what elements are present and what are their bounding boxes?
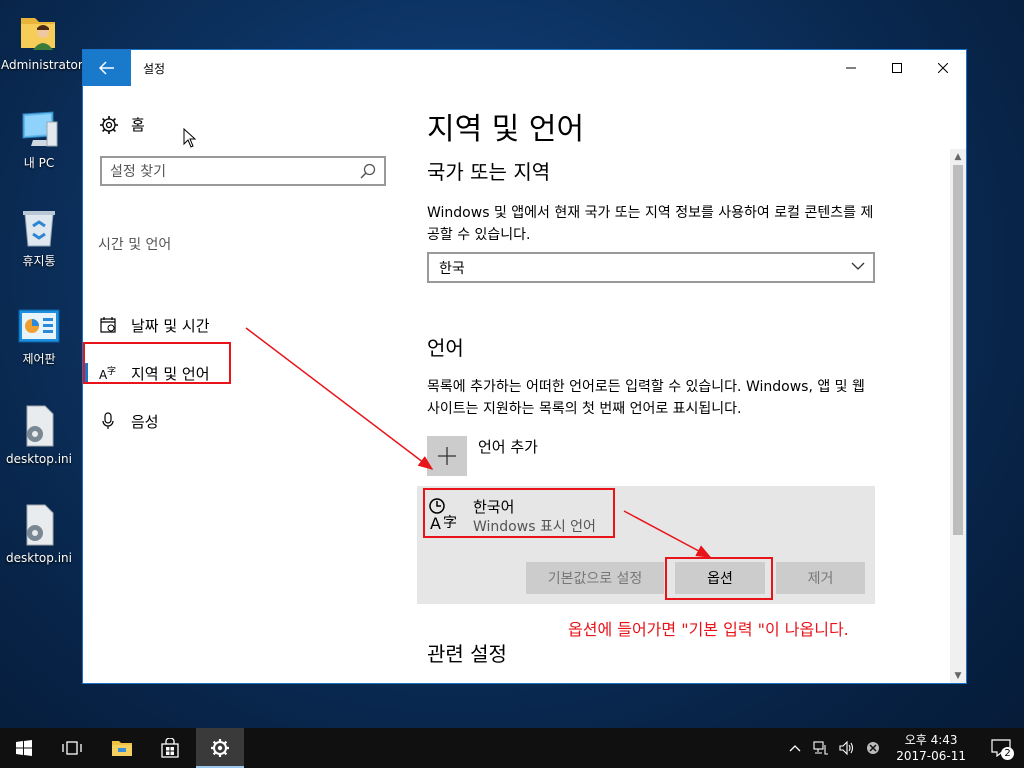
notification-badge: 2: [1001, 747, 1014, 760]
settings-file-icon: [17, 503, 61, 547]
highlight-box-options: [665, 557, 773, 600]
minimize-icon: [846, 67, 856, 69]
country-value: 한국: [439, 260, 465, 277]
input-indicator-icon[interactable]: [864, 739, 882, 757]
task-view-button[interactable]: [48, 728, 96, 768]
highlight-box-language: [423, 488, 615, 538]
maximize-button[interactable]: [874, 50, 920, 86]
highlight-box-sidebar: [83, 342, 231, 384]
vertical-scrollbar[interactable]: ▲ ▼: [950, 149, 966, 683]
desktop-icon-label: Administrator: [1, 58, 83, 72]
clock-date: 2017-06-11: [896, 749, 966, 763]
windows-logo-icon: [16, 740, 32, 756]
gear-icon: [100, 115, 118, 134]
country-heading: 국가 또는 지역: [427, 160, 551, 184]
annotation-text: 옵션에 들어가면 "기본 입력 "이 나옵니다.: [568, 620, 849, 639]
related-settings-heading: 관련 설정: [427, 642, 507, 666]
calendar-icon: [99, 316, 117, 334]
plus-icon: [427, 436, 467, 476]
add-language-label: 언어 추가: [478, 438, 538, 456]
sidebar: 홈 설정 찾기 시간 및 언어 날짜 및 시간 A 字 지역 및 언어 음성: [83, 86, 401, 683]
related-link-partial[interactable]: [427, 678, 627, 683]
taskbar: 오후 4:43 2017-06-11 2: [0, 728, 1024, 768]
window-controls: [828, 50, 966, 86]
minimize-button[interactable]: [828, 50, 874, 86]
desktop-icon-desktop-ini-1[interactable]: desktop.ini: [1, 404, 77, 466]
maximize-icon: [892, 63, 902, 73]
microphone-icon: [99, 412, 117, 430]
scroll-up-icon[interactable]: ▲: [950, 149, 966, 165]
sidebar-item-label: 음성: [131, 412, 159, 431]
system-tray: 오후 4:43 2017-06-11 2: [782, 728, 1024, 768]
gear-icon: [211, 739, 229, 757]
back-button[interactable]: [83, 50, 131, 86]
clock[interactable]: 오후 4:43 2017-06-11: [896, 732, 966, 764]
sidebar-item-label: 날짜 및 시간: [131, 316, 210, 335]
scroll-down-icon[interactable]: ▼: [950, 668, 966, 683]
control-panel-icon: [17, 304, 61, 348]
recycle-bin-icon: [17, 206, 61, 250]
settings-window: 설정 홈 설정 찾기 시간 및 언어 날짜 및 시간 A 字 지역 및 언어 음…: [82, 49, 967, 684]
start-button[interactable]: [0, 728, 48, 768]
desktop-icon-recycle-bin[interactable]: 휴지통: [1, 206, 77, 268]
folder-icon: [112, 741, 132, 756]
main-content: 지역 및 언어 국가 또는 지역 Windows 및 앱에서 현재 국가 또는 …: [417, 86, 947, 683]
desktop-icon-label: desktop.ini: [6, 551, 72, 565]
title-bar: 설정: [83, 50, 966, 86]
search-input[interactable]: 설정 찾기: [100, 156, 386, 186]
store-button[interactable]: [146, 728, 194, 768]
desktop-icon-label: 휴지통: [22, 254, 56, 268]
volume-icon[interactable]: [838, 739, 856, 757]
scroll-thumb[interactable]: [953, 165, 963, 535]
desktop-icon-my-pc[interactable]: 내 PC: [1, 108, 77, 170]
page-title: 지역 및 언어: [427, 112, 585, 147]
search-placeholder: 설정 찾기: [110, 164, 166, 180]
country-select[interactable]: 한국: [427, 252, 875, 283]
search-icon: [360, 163, 376, 179]
user-folder-icon: [17, 10, 61, 54]
store-bag-icon: [161, 738, 179, 758]
set-default-button[interactable]: 기본값으로 설정: [526, 562, 664, 594]
country-description: Windows 및 앱에서 현재 국가 또는 지역 정보를 사용하여 로컬 콘텐…: [427, 205, 874, 243]
home-link[interactable]: 홈: [99, 114, 145, 135]
chevron-up-icon[interactable]: [786, 739, 804, 757]
file-explorer-button[interactable]: [98, 728, 146, 768]
desktop-icon-control-panel[interactable]: 제어판: [1, 304, 77, 366]
sidebar-item-speech[interactable]: 음성: [83, 401, 401, 441]
clock-time: 오후 4:43: [904, 733, 958, 747]
desktop-icon-desktop-ini-2[interactable]: desktop.ini: [1, 503, 77, 565]
language-description: 목록에 추가하는 어떠한 언어로든 입력할 수 있습니다. Windows, 앱…: [427, 379, 865, 417]
chevron-down-icon: [851, 262, 865, 270]
computer-icon: [17, 108, 61, 152]
task-view-icon: [62, 741, 82, 755]
desktop-icon-label: desktop.ini: [6, 452, 72, 466]
home-label: 홈: [131, 116, 145, 134]
network-icon[interactable]: [812, 739, 830, 757]
close-icon: [938, 63, 948, 73]
add-language-button[interactable]: 언어 추가: [427, 436, 538, 476]
action-center-icon[interactable]: 2: [990, 739, 1014, 760]
close-button[interactable]: [920, 50, 966, 86]
desktop-icon-administrator[interactable]: Administrator: [1, 10, 83, 72]
desktop-icon-label: 제어판: [22, 352, 56, 366]
remove-button[interactable]: 제거: [776, 562, 865, 594]
settings-taskbar-button[interactable]: [196, 728, 244, 768]
desktop-icon-label: 내 PC: [23, 156, 55, 170]
mouse-cursor-icon: [183, 128, 197, 148]
window-title: 설정: [143, 61, 166, 76]
language-heading: 언어: [427, 336, 464, 360]
settings-file-icon: [17, 404, 61, 448]
sidebar-item-date-time[interactable]: 날짜 및 시간: [83, 305, 401, 345]
sidebar-section-header: 시간 및 언어: [98, 237, 172, 253]
arrow-left-icon: [99, 61, 114, 75]
